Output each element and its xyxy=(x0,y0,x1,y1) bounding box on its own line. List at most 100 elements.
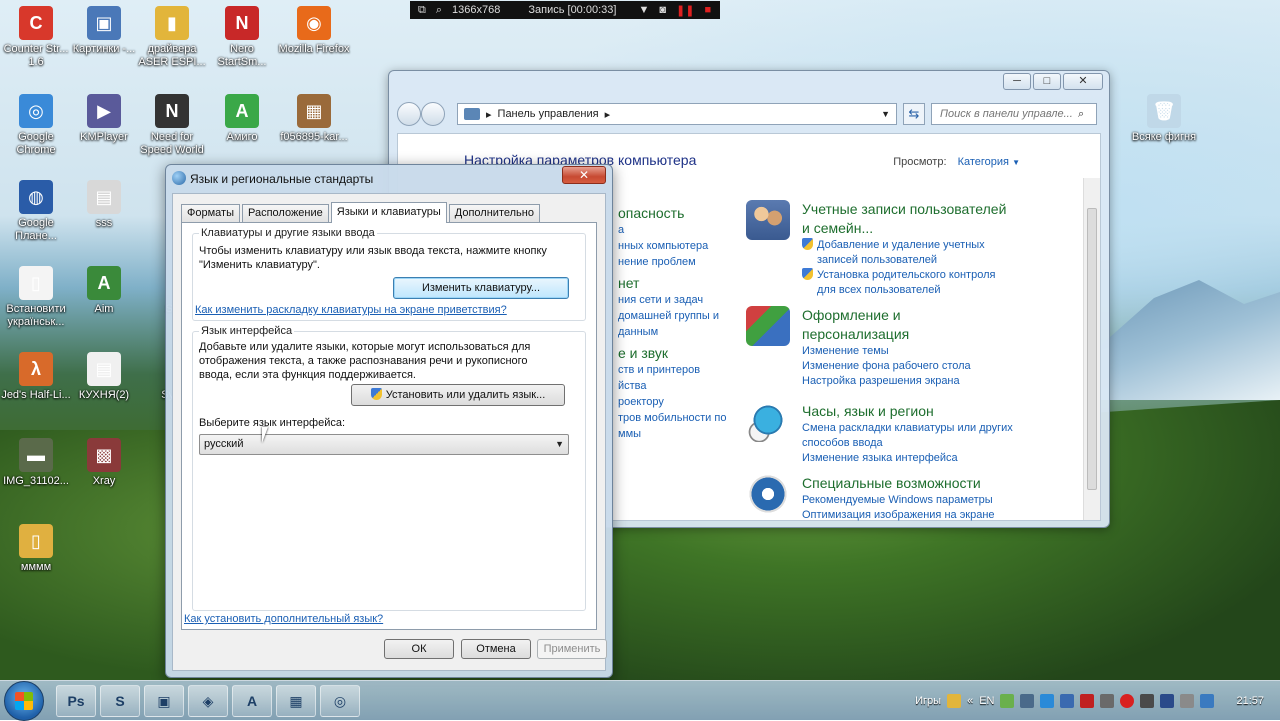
desktop-icon[interactable]: C Counter Str... 1.6 xyxy=(0,6,72,69)
app-taskbar-button[interactable]: ▣ xyxy=(144,685,184,717)
tray-speaker-icon[interactable] xyxy=(1180,694,1195,708)
tray-steam-icon[interactable] xyxy=(1160,694,1175,708)
recorder-window-icon[interactable]: ⧉ xyxy=(418,4,426,17)
category-link[interactable]: а xyxy=(618,222,758,238)
apply-button[interactable]: Применить xyxy=(537,639,607,659)
recorder-zoom-icon[interactable]: ⌕ xyxy=(436,4,442,17)
desktop-icon[interactable]: 🗑 Всяке фигня xyxy=(1128,94,1200,144)
games-label[interactable]: Игры xyxy=(915,695,941,707)
search-input[interactable] xyxy=(938,107,1078,121)
install-additional-language-link[interactable]: Как установить дополнительный язык? xyxy=(184,613,383,625)
dialog-close-button[interactable]: ✕ xyxy=(562,166,606,184)
welcome-screen-layout-link[interactable]: Как изменить раскладку клавиатуры на экр… xyxy=(195,304,507,316)
install-language-button[interactable]: Установить или удалить язык... xyxy=(351,384,565,406)
recorder-pause-icon[interactable]: ❚❚ xyxy=(676,4,694,17)
category-heading[interactable]: нет xyxy=(618,274,758,292)
category-task-link[interactable]: Установка родительского контроля xyxy=(802,268,1066,283)
category-link[interactable]: ств и принтеров xyxy=(618,362,758,378)
breadcrumb-arrow-icon[interactable]: ▸ xyxy=(605,108,611,121)
category-link[interactable]: нных компьютера xyxy=(618,238,758,254)
recorder-dropdown-icon[interactable]: ▼ xyxy=(638,4,649,16)
desktop-icon[interactable]: ▤ sss xyxy=(68,180,140,230)
address-bar[interactable]: ▸ Панель управления ▸ ▼ xyxy=(457,103,897,125)
category-title[interactable]: Специальные возможности xyxy=(802,474,1066,493)
scrollbar[interactable] xyxy=(1083,178,1100,520)
category-task-link[interactable]: Рекомендуемые Windows параметры xyxy=(802,493,1066,508)
address-dropdown-icon[interactable]: ▼ xyxy=(881,109,890,119)
view-category-dropdown[interactable]: Категория ▼ xyxy=(958,156,1020,168)
category-task-link[interactable]: Смена раскладки клавиатуры или других xyxy=(802,421,1066,436)
close-button[interactable]: ✕ xyxy=(1063,73,1103,90)
desktop-icon[interactable]: ◍ Google Плане... xyxy=(0,180,72,243)
accessibility-icon[interactable] xyxy=(746,474,790,514)
change-keyboard-button[interactable]: Изменить клавиатуру... xyxy=(393,277,569,299)
category-task-link[interactable]: Изменение языка интерфейса xyxy=(802,451,1066,466)
desktop-icon[interactable]: ▯ Встановити українськ... xyxy=(0,266,72,329)
recorder-stop-icon[interactable]: ■ xyxy=(704,4,711,16)
category-link[interactable]: тров мобильности по xyxy=(618,410,758,426)
search-icon[interactable]: ⌕ xyxy=(1078,108,1084,121)
category-heading[interactable]: е и звук xyxy=(618,344,758,362)
desktop-icon[interactable]: ▦ f056895-kar... xyxy=(278,94,350,144)
tab-дополнительно[interactable]: Дополнительно xyxy=(448,204,540,222)
tray-expand-icon[interactable]: « xyxy=(967,695,973,707)
desktop-icon[interactable]: A Амиго xyxy=(206,94,278,144)
category-task-link[interactable]: Настройка разрешения экрана xyxy=(802,374,1066,389)
start-button[interactable] xyxy=(4,681,44,721)
back-button[interactable] xyxy=(397,102,421,126)
search-box[interactable]: ⌕ xyxy=(931,103,1097,125)
category-link[interactable]: роектору xyxy=(618,394,758,410)
desktop-icon[interactable]: N Need for Speed World xyxy=(136,94,208,157)
photoshop-taskbar-button[interactable]: Ps xyxy=(56,685,96,717)
clock-globe-icon[interactable] xyxy=(746,402,790,442)
category-title[interactable]: и семейн... xyxy=(802,219,1066,238)
tray-app-icon[interactable] xyxy=(1060,694,1075,708)
display-language-select[interactable]: русский ▼ xyxy=(199,434,569,455)
skype-taskbar-button[interactable]: S xyxy=(100,685,140,717)
tab-расположение[interactable]: Расположение xyxy=(241,204,329,222)
breadcrumb-arrow-icon[interactable]: ▸ xyxy=(486,108,492,121)
tray-app-icon[interactable] xyxy=(1100,694,1115,708)
category-task-link[interactable]: Добавление и удаление учетных xyxy=(802,238,1066,253)
desktop-icon[interactable]: ▮ драйвера ASER ESPI... xyxy=(136,6,208,69)
scrollbar-thumb[interactable] xyxy=(1087,208,1097,490)
category-heading[interactable]: опасность xyxy=(618,204,758,222)
tab-языки-и-клавиатуры[interactable]: Языки и клавиатуры xyxy=(330,202,447,223)
desktop-icon[interactable]: ▤ КУХНЯ(2) xyxy=(68,352,140,402)
desktop-icon[interactable]: ◉ Mozilla Firefox xyxy=(278,6,350,56)
users-icon[interactable] xyxy=(746,200,790,240)
tray-app-icon[interactable] xyxy=(1000,694,1015,708)
app-taskbar-button[interactable]: ◈ xyxy=(188,685,228,717)
breadcrumb-control-panel[interactable]: Панель управления xyxy=(498,108,599,120)
desktop-icon[interactable]: ▬ IMG_31102... xyxy=(0,438,72,488)
category-title[interactable]: персонализация xyxy=(802,325,1066,344)
category-title[interactable]: Оформление и xyxy=(802,306,1066,325)
desktop-icon[interactable]: ▣ Картинки -... xyxy=(68,6,140,56)
tab-форматы[interactable]: Форматы xyxy=(181,204,240,222)
category-link[interactable]: ния сети и задач xyxy=(618,292,758,308)
category-task-link[interactable]: для всех пользователей xyxy=(802,283,1066,298)
desktop-icon[interactable]: λ Jed's Half-Li... xyxy=(0,352,72,402)
cancel-button[interactable]: Отмена xyxy=(461,639,531,659)
desktop-icon[interactable]: N Nero StartSm... xyxy=(206,6,278,69)
category-title[interactable]: Часы, язык и регион xyxy=(802,402,1066,421)
minimize-button[interactable]: ─ xyxy=(1003,73,1031,90)
desktop-icon[interactable]: ▯ мммм xyxy=(0,524,72,574)
tray-app-icon[interactable] xyxy=(1140,694,1155,708)
refresh-button[interactable]: ⇆ xyxy=(903,103,925,125)
amigo-taskbar-button[interactable]: A xyxy=(232,685,272,717)
ok-button[interactable]: ОК xyxy=(384,639,454,659)
clock[interactable]: 21:57 xyxy=(1236,695,1264,707)
desktop-icon[interactable]: A Aim xyxy=(68,266,140,316)
tray-network-status-icon[interactable] xyxy=(1200,694,1215,708)
category-link[interactable]: данным xyxy=(618,324,758,340)
region-dialog-taskbar-button[interactable]: ◎ xyxy=(320,685,360,717)
maximize-button[interactable]: □ xyxy=(1033,73,1061,90)
category-link[interactable]: йства xyxy=(618,378,758,394)
desktop-icon[interactable]: ▶ KMPlayer xyxy=(68,94,140,144)
tray-monitor-icon[interactable] xyxy=(1020,694,1035,708)
desktop-icon[interactable]: ▩ Xray xyxy=(68,438,140,488)
folder-icon[interactable] xyxy=(947,694,962,708)
category-title[interactable]: Учетные записи пользователей xyxy=(802,200,1066,219)
recorder-camera-icon[interactable]: ◙ xyxy=(659,4,666,16)
